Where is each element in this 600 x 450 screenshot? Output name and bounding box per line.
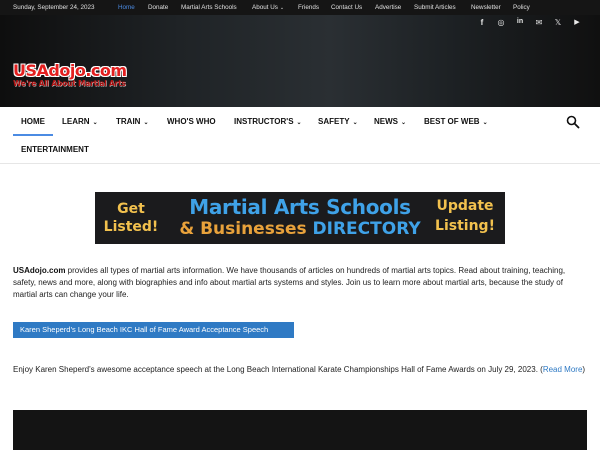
chevron-down-icon: ⌄ xyxy=(143,120,149,126)
top-link-about-us[interactable]: About Us ⌄ xyxy=(252,3,284,13)
chevron-down-icon: ⌄ xyxy=(482,120,488,126)
instagram-icon[interactable]: ◎ xyxy=(495,18,507,27)
top-link-home[interactable]: Home xyxy=(118,3,135,12)
x-twitter-icon[interactable]: 𝕏 xyxy=(552,18,564,27)
banner-right-line2: Listing! xyxy=(435,218,495,234)
top-link-submit-articles[interactable]: Submit Articles xyxy=(414,3,456,12)
top-bar: Sunday, September 24, 2023 Home Donate M… xyxy=(0,0,600,15)
banner-update-listing: Update Listing! xyxy=(425,196,505,236)
nav-item-entertainment[interactable]: ENTERTAINMENT xyxy=(21,145,89,155)
intro-site-name: USAdojo.com xyxy=(13,266,66,275)
mail-icon[interactable]: ✉ xyxy=(533,18,545,27)
nav-item-learn[interactable]: LEARN ⌄ xyxy=(62,117,98,128)
date-text: Sunday, September 24, 2023 xyxy=(13,4,95,11)
facebook-icon[interactable]: f xyxy=(476,18,488,27)
banner-get-listed: Get Listed! xyxy=(95,200,167,236)
about-us-label: About Us xyxy=(252,4,278,11)
site-logo[interactable]: USAdojo.com We're All About Martial Arts xyxy=(13,63,127,89)
chevron-down-icon: ⌄ xyxy=(279,5,285,11)
video-description: Enjoy Karen Sheperd’s awesome acceptance… xyxy=(13,364,589,376)
nav-active-indicator xyxy=(13,134,53,136)
chevron-down-icon: ⌄ xyxy=(401,120,407,126)
banner-right-line1: Update xyxy=(436,198,494,214)
nav-item-train[interactable]: TRAIN ⌄ xyxy=(116,117,148,128)
top-link-newsletter[interactable]: Newsletter xyxy=(471,3,501,12)
nav-label: INSTRUCTOR'S xyxy=(234,117,294,126)
video-description-text: Enjoy Karen Sheperd’s awesome acceptance… xyxy=(13,365,543,374)
banner-title-line2: & Businesses DIRECTORY xyxy=(175,218,425,240)
top-link-friends[interactable]: Friends xyxy=(298,3,319,12)
logo-tagline: We're All About Martial Arts xyxy=(13,79,126,88)
banner-left-line1: Get xyxy=(117,201,145,217)
video-title-button[interactable]: Karen Sheperd’s Long Beach IKC Hall of F… xyxy=(13,322,294,338)
banner-directory: DIRECTORY xyxy=(312,219,421,239)
nav-item-news[interactable]: NEWS ⌄ xyxy=(374,117,406,128)
read-more-link[interactable]: Read More xyxy=(543,365,583,374)
top-link-donate[interactable]: Donate xyxy=(148,3,168,12)
video-player[interactable] xyxy=(13,410,587,450)
nav-item-instructors[interactable]: INSTRUCTOR'S ⌄ xyxy=(234,117,302,128)
intro-text: provides all types of martial arts infor… xyxy=(13,266,566,299)
top-link-advertise[interactable]: Advertise xyxy=(375,3,401,12)
main-nav: HOME LEARN ⌄ TRAIN ⌄ WHO'S WHO INSTRUCTOR'… xyxy=(0,107,600,164)
site-header: f ◎ in ✉ 𝕏 ▶ USAdojo.com We're All About… xyxy=(0,15,600,107)
nav-label: NEWS xyxy=(374,117,398,126)
nav-item-whos-who[interactable]: WHO'S WHO xyxy=(167,117,216,127)
search-icon[interactable] xyxy=(566,115,580,129)
top-link-policy[interactable]: Policy xyxy=(513,3,530,12)
directory-banner[interactable]: Get Listed! Martial Arts Schools & Busin… xyxy=(95,192,505,244)
nav-item-safety[interactable]: SAFETY ⌄ xyxy=(318,117,358,128)
banner-left-line2: Listed! xyxy=(103,219,159,235)
banner-amp-businesses: & Businesses xyxy=(179,219,307,239)
top-link-martial-arts-schools[interactable]: Martial Arts Schools xyxy=(181,3,237,12)
top-link-contact-us[interactable]: Contact Us xyxy=(331,3,362,12)
nav-label: SAFETY xyxy=(318,117,350,126)
chevron-down-icon: ⌄ xyxy=(92,120,98,126)
nav-label: BEST OF WEB xyxy=(424,117,480,126)
nav-item-best-of-web[interactable]: BEST OF WEB ⌄ xyxy=(424,117,488,128)
nav-label: TRAIN xyxy=(116,117,141,126)
chevron-down-icon: ⌄ xyxy=(296,120,302,126)
logo-title: USAdojo.com xyxy=(13,61,127,80)
linkedin-icon[interactable]: in xyxy=(514,18,526,25)
intro-paragraph: USAdojo.com provides all types of martia… xyxy=(13,265,589,301)
chevron-down-icon: ⌄ xyxy=(352,120,358,126)
nav-item-home[interactable]: HOME xyxy=(21,117,45,127)
paren-close: ) xyxy=(582,365,586,374)
youtube-icon[interactable]: ▶ xyxy=(571,18,583,26)
banner-title-line1: Martial Arts Schools xyxy=(189,195,411,219)
nav-label: LEARN xyxy=(62,117,90,126)
